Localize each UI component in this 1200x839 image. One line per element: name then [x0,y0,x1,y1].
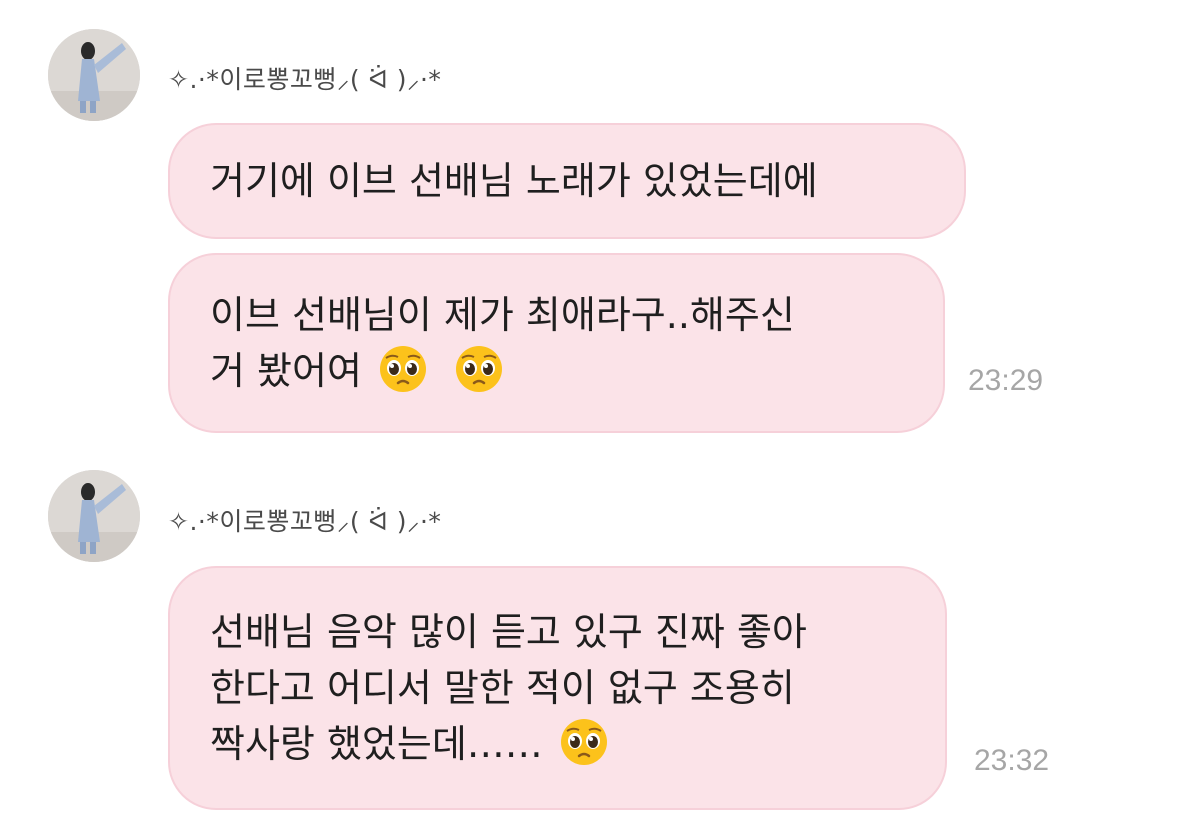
sender-name: ✧.·*이로뽕꼬뻥⸝( ᐛ )⸝·* [168,65,442,94]
pleading-face-icon [454,344,504,394]
message-timestamp: 23:32 [974,744,1050,777]
avatar-photo-icon [48,29,140,121]
pleading-face-icon [559,717,609,767]
message-text: 이브 선배님이 제가 최애라구..해주신 [210,293,795,337]
message-bubble[interactable]: 이브 선배님이 제가 최애라구..해주신 거 봤어여 [168,253,945,433]
message-text: 선배님 음악 많이 듣고 있구 진짜 좋아 [210,610,807,654]
message-text: 거 봤어여 [210,349,362,393]
sender-name: ✧.·*이로뽕꼬뻥⸝( ᐛ )⸝·* [168,507,442,536]
message-text: 한다고 어디서 말한 적이 없구 조용히 [210,666,795,710]
message-bubble[interactable]: 거기에 이브 선배님 노래가 있었는데에 [168,123,966,239]
message-text: 거기에 이브 선배님 노래가 있었는데에 [210,159,818,203]
pleading-face-icon [378,344,428,394]
avatar-photo-icon [48,470,140,562]
message-text: 짝사랑 했었는데…… [210,722,543,766]
message-bubble[interactable]: 선배님 음악 많이 듣고 있구 진짜 좋아 한다고 어디서 말한 적이 없구 조… [168,566,947,810]
sender-avatar[interactable] [48,470,140,562]
message-timestamp: 23:29 [968,364,1044,397]
sender-avatar[interactable] [48,29,140,121]
